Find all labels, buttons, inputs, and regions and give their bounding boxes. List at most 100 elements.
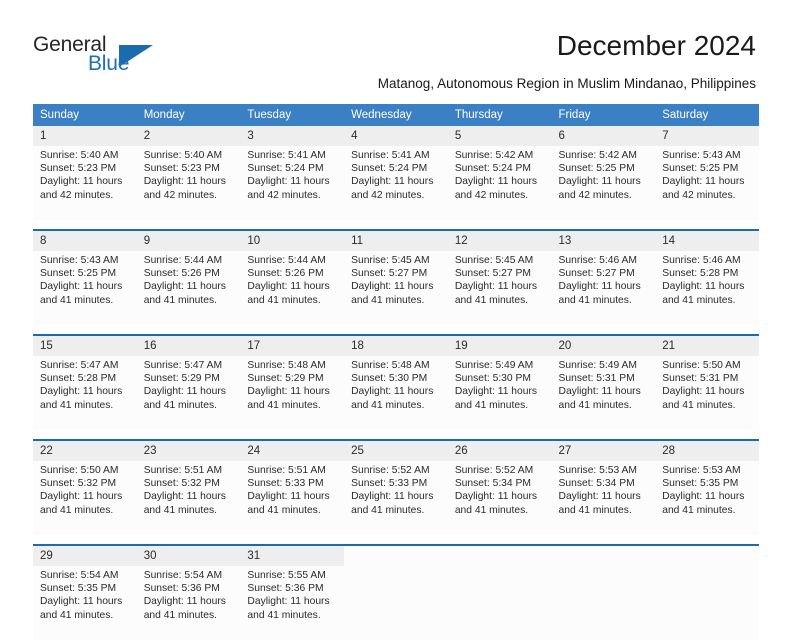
day-number[interactable]: 17 [240,336,345,356]
day-number[interactable]: 19 [447,336,552,356]
day-detail-cell[interactable]: Sunrise: 5:42 AM Sunset: 5:24 PM Daylight:… [447,146,552,220]
day-detail-cell[interactable]: Sunrise: 5:46 AM Sunset: 5:28 PM Daylight:… [655,251,759,325]
brand-logo[interactable]: General Blue [33,33,163,79]
day-detail-cell[interactable]: Sunrise: 5:54 AM Sunset: 5:35 PM Daylight:… [33,566,137,640]
sunrise-time: Sunrise: 5:45 AM [454,255,534,266]
day-detail-cell[interactable]: Sunrise: 5:40 AM Sunset: 5:23 PM Daylight:… [136,146,241,220]
day-number[interactable]: 22 [33,441,137,461]
daylight-duration-line2: and 42 minutes. [143,189,217,201]
day-detail-cell[interactable]: Sunrise: 5:49 AM Sunset: 5:31 PM Daylight:… [551,356,656,430]
day-number[interactable]: 26 [447,441,552,461]
day-detail-cell[interactable]: Sunrise: 5:49 AM Sunset: 5:30 PM Daylight:… [447,356,552,430]
week-gap-cell [33,430,137,439]
sunrise-sunset-calendar: Sunday Monday Tuesday Wednesday Thursday… [33,104,759,640]
daylight-duration-line1: Daylight: 11 hours [143,596,226,608]
daylight-duration-line2: and 41 minutes. [40,399,114,411]
day-number[interactable]: 2 [136,126,241,146]
day-number[interactable]: 25 [344,441,448,461]
day-detail-cell[interactable]: Sunrise: 5:52 AM Sunset: 5:33 PM Daylight:… [344,461,448,535]
sunset-time: Sunset: 5:26 PM [247,268,324,280]
sunset-time: Sunset: 5:35 PM [40,583,117,595]
day-number[interactable]: 11 [344,231,448,251]
day-number[interactable]: 4 [344,126,448,146]
day-detail-cell[interactable]: Sunrise: 5:46 AM Sunset: 5:27 PM Daylight:… [551,251,656,325]
day-detail-cell[interactable]: Sunrise: 5:50 AM Sunset: 5:32 PM Daylight:… [33,461,137,535]
week-gap-cell [344,220,448,229]
day-detail-cell[interactable]: Sunrise: 5:52 AM Sunset: 5:34 PM Daylight:… [447,461,552,535]
day-detail-cell[interactable]: Sunrise: 5:53 AM Sunset: 5:34 PM Daylight:… [551,461,656,535]
day-number-row: 22 23 24 25 26 27 28 [33,441,759,461]
day-detail-cell[interactable]: Sunrise: 5:43 AM Sunset: 5:25 PM Daylight:… [33,251,137,325]
day-detail-cell[interactable]: Sunrise: 5:47 AM Sunset: 5:29 PM Daylight:… [136,356,241,430]
day-number[interactable]: 30 [136,546,241,566]
day-detail-cell[interactable]: Sunrise: 5:44 AM Sunset: 5:26 PM Daylight:… [240,251,345,325]
day-number[interactable]: 23 [136,441,241,461]
day-number[interactable]: 10 [240,231,345,251]
week-gap-cell [136,220,241,229]
daylight-duration-line2: and 41 minutes. [247,609,321,621]
day-number[interactable]: 16 [136,336,241,356]
day-detail-cell[interactable]: Sunrise: 5:44 AM Sunset: 5:26 PM Daylight:… [136,251,241,325]
day-detail-cell[interactable]: Sunrise: 5:45 AM Sunset: 5:27 PM Daylight:… [344,251,448,325]
day-detail-cell[interactable]: Sunrise: 5:51 AM Sunset: 5:33 PM Daylight:… [240,461,345,535]
day-number[interactable]: 15 [33,336,137,356]
week-gap-cell [344,430,448,439]
sunset-time: Sunset: 5:31 PM [662,373,739,385]
week-gap-cell [551,220,656,229]
sunset-time: Sunset: 5:24 PM [454,163,531,175]
day-number[interactable]: 20 [551,336,656,356]
day-detail-cell[interactable]: Sunrise: 5:47 AM Sunset: 5:28 PM Daylight:… [33,356,137,430]
day-detail-cell[interactable]: Sunrise: 5:55 AM Sunset: 5:36 PM Daylight:… [240,566,345,640]
day-number[interactable]: 1 [33,126,137,146]
day-number[interactable]: 24 [240,441,345,461]
day-detail-cell[interactable]: Sunrise: 5:54 AM Sunset: 5:36 PM Daylight:… [136,566,241,640]
day-detail-cell[interactable]: Sunrise: 5:53 AM Sunset: 5:35 PM Daylight:… [655,461,759,535]
day-detail-cell[interactable]: Sunrise: 5:41 AM Sunset: 5:24 PM Daylight:… [344,146,448,220]
sunset-time: Sunset: 5:32 PM [40,478,117,490]
day-detail-cell[interactable]: Sunrise: 5:48 AM Sunset: 5:29 PM Daylight:… [240,356,345,430]
day-number[interactable]: 28 [655,441,759,461]
day-detail-cell[interactable]: Sunrise: 5:50 AM Sunset: 5:31 PM Daylight:… [655,356,759,430]
weekday-header-monday: Monday [136,104,241,126]
day-number[interactable]: 12 [447,231,552,251]
calendar-page: General Blue December 2024 Matanog, Auto… [0,0,792,640]
sunset-time: Sunset: 5:33 PM [351,478,428,490]
day-detail-cell[interactable]: Sunrise: 5:42 AM Sunset: 5:25 PM Daylight:… [551,146,656,220]
week-gap-cell [447,535,552,544]
day-detail-empty [447,566,552,640]
day-detail-cell[interactable]: Sunrise: 5:45 AM Sunset: 5:27 PM Daylight:… [447,251,552,325]
weekday-header-friday: Friday [551,104,656,126]
day-number[interactable]: 29 [33,546,137,566]
sunrise-time: Sunrise: 5:44 AM [247,255,326,266]
day-number[interactable]: 21 [655,336,759,356]
day-number[interactable]: 6 [551,126,656,146]
sunset-time: Sunset: 5:27 PM [558,268,635,280]
day-number[interactable]: 31 [240,546,345,566]
day-number-empty [655,546,759,566]
day-number[interactable]: 27 [551,441,656,461]
day-detail-cell[interactable]: Sunrise: 5:41 AM Sunset: 5:24 PM Daylight:… [240,146,345,220]
sunset-time: Sunset: 5:23 PM [40,163,117,175]
day-number[interactable]: 9 [136,231,241,251]
sunrise-time: Sunrise: 5:42 AM [558,150,637,161]
sunset-time: Sunset: 5:36 PM [143,583,220,595]
daylight-duration-line2: and 41 minutes. [662,504,736,516]
weekday-header-saturday: Saturday [655,104,759,126]
day-number[interactable]: 5 [447,126,552,146]
day-detail-empty [344,566,448,640]
day-number[interactable]: 18 [344,336,448,356]
daylight-duration-line1: Daylight: 11 hours [40,176,123,188]
day-number[interactable]: 7 [655,126,759,146]
daylight-duration-line2: and 41 minutes. [351,294,425,306]
day-number[interactable]: 3 [240,126,345,146]
day-detail-cell[interactable]: Sunrise: 5:51 AM Sunset: 5:32 PM Daylight:… [136,461,241,535]
day-detail-cell[interactable]: Sunrise: 5:40 AM Sunset: 5:23 PM Daylight:… [33,146,137,220]
day-detail-cell[interactable]: Sunrise: 5:43 AM Sunset: 5:25 PM Daylight:… [655,146,759,220]
day-number[interactable]: 13 [551,231,656,251]
day-number[interactable]: 8 [33,231,137,251]
daylight-duration-line2: and 42 minutes. [454,189,529,201]
daylight-duration-line2: and 41 minutes. [40,294,114,306]
day-number[interactable]: 14 [655,231,759,251]
day-detail-cell[interactable]: Sunrise: 5:48 AM Sunset: 5:30 PM Daylight:… [344,356,448,430]
sunrise-time: Sunrise: 5:46 AM [558,255,637,266]
